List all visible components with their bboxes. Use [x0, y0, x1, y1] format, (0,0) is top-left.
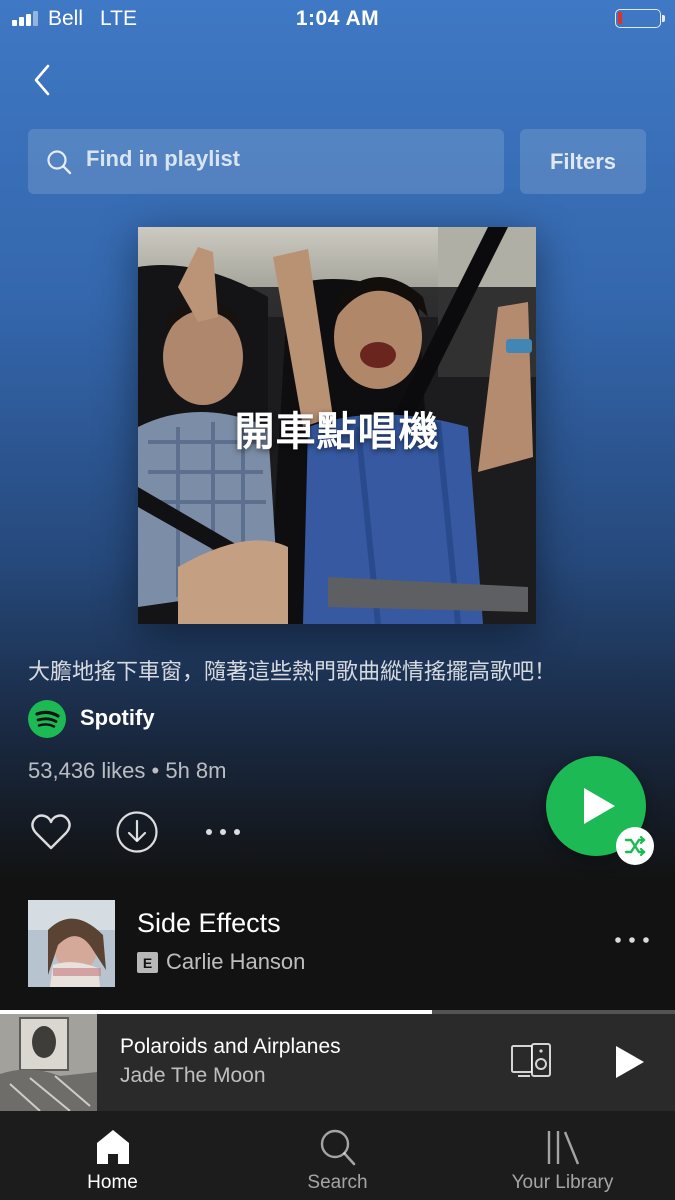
mini-play-button[interactable] — [612, 1044, 646, 1080]
more-icon — [615, 937, 649, 943]
heart-icon — [31, 814, 71, 850]
tab-home[interactable]: Home — [0, 1111, 225, 1200]
shuffle-icon — [624, 835, 646, 857]
playlist-cover: 開車點唱機 — [138, 227, 536, 624]
home-icon — [96, 1130, 129, 1164]
back-button[interactable] — [28, 62, 58, 98]
tab-your-library[interactable]: Your Library — [450, 1111, 675, 1200]
more-icon — [206, 829, 240, 835]
chevron-left-icon — [34, 64, 50, 96]
library-icon — [547, 1131, 579, 1165]
search-icon — [47, 150, 72, 175]
devices-icon — [511, 1043, 551, 1077]
status-bar: Bell LTE 1:04 AM — [0, 0, 675, 38]
bottom-tab-bar: Home Search Your Library — [0, 1111, 675, 1200]
search-placeholder: Find in playlist — [86, 146, 241, 171]
search-icon — [320, 1129, 355, 1166]
playlist-owner[interactable]: Spotify — [80, 705, 155, 731]
download-button[interactable] — [115, 810, 159, 854]
filters-button[interactable]: Filters — [520, 129, 646, 194]
now-playing-bar[interactable]: Polaroids and Airplanes Jade The Moon — [0, 1010, 675, 1111]
play-icon — [616, 1046, 644, 1078]
track-row[interactable]: Side Effects E Carlie Hanson — [0, 896, 675, 992]
explicit-badge: E — [137, 952, 158, 973]
track-more-button[interactable] — [612, 932, 652, 948]
clock: 1:04 AM — [295, 7, 380, 30]
playlist-stats: 53,436 likes • 5h 8m — [28, 758, 227, 783]
track-artist: Carlie Hanson — [166, 949, 306, 974]
tab-label-home: Home — [87, 1172, 138, 1193]
tab-label-search: Search — [307, 1172, 368, 1193]
download-icon — [116, 811, 158, 853]
more-options-button[interactable] — [203, 818, 243, 846]
like-button[interactable] — [30, 812, 72, 852]
tab-label-library: Your Library — [511, 1172, 614, 1193]
now-playing-artwork — [0, 1014, 97, 1111]
track-artwork — [28, 900, 115, 987]
now-playing-artist: Jade The Moon — [120, 1064, 266, 1087]
cover-title: 開車點唱機 — [234, 410, 440, 454]
spotify-logo-icon[interactable] — [28, 700, 66, 738]
playlist-search-input[interactable]: Find in playlist — [28, 129, 504, 194]
now-playing-title: Polaroids and Airplanes — [120, 1035, 341, 1058]
devices-button[interactable] — [510, 1040, 554, 1080]
playlist-description: 大膽地搖下車窗，隨著這些熱門歌曲縱情搖擺高歌吧！ — [28, 659, 557, 684]
track-title: Side Effects — [137, 908, 281, 938]
battery-icon — [615, 9, 665, 28]
shuffle-badge[interactable] — [616, 827, 654, 865]
tab-search[interactable]: Search — [225, 1111, 450, 1200]
